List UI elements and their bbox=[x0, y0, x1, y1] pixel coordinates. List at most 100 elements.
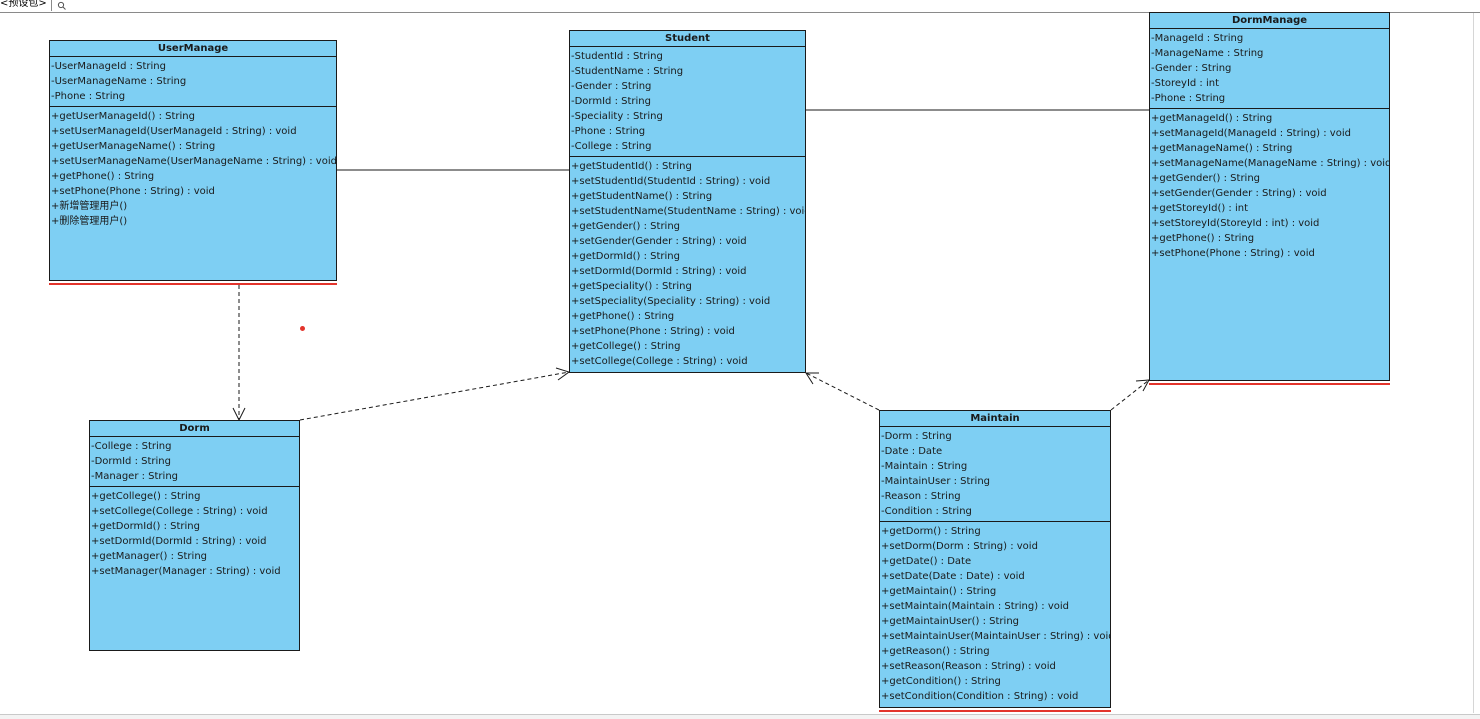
attribute[interactable]: -College : String bbox=[91, 439, 299, 454]
operation[interactable]: +getStoreyId() : int bbox=[1151, 201, 1389, 216]
operation[interactable]: +getUserManageId() : String bbox=[51, 109, 336, 124]
class-usermanage[interactable]: UserManage -UserManageId : String -UserM… bbox=[49, 40, 337, 281]
attribute[interactable]: -UserManageId : String bbox=[51, 59, 336, 74]
class-maintain[interactable]: Maintain -Dorm : String -Date : Date -Ma… bbox=[879, 410, 1111, 708]
operation[interactable]: +setDorm(Dorm : String) : void bbox=[881, 539, 1110, 554]
vertical-scrollbar[interactable] bbox=[1473, 13, 1474, 713]
operation[interactable]: +setUserManageId(UserManageId : String) … bbox=[51, 124, 336, 139]
attribute[interactable]: -College : String bbox=[571, 139, 805, 154]
class-student[interactable]: Student -StudentId : String -StudentName… bbox=[569, 30, 806, 373]
operation[interactable]: +新增管理用户() bbox=[51, 199, 336, 214]
attribute-compartment: -ManageId : String -ManageName : String … bbox=[1150, 29, 1389, 109]
red-marker-dot bbox=[300, 326, 305, 331]
operation[interactable]: +getDormId() : String bbox=[571, 249, 805, 264]
attribute[interactable]: -Gender : String bbox=[571, 79, 805, 94]
attribute[interactable]: -StoreyId : int bbox=[1151, 76, 1389, 91]
tab-preset-package[interactable]: <预设包> bbox=[0, 0, 52, 11]
operation[interactable]: +getPhone() : String bbox=[51, 169, 336, 184]
operation[interactable]: +setGender(Gender : String) : void bbox=[1151, 186, 1389, 201]
operation[interactable]: +setStoreyId(StoreyId : int) : void bbox=[1151, 216, 1389, 231]
operation[interactable]: +getMaintain() : String bbox=[881, 584, 1110, 599]
operation[interactable]: +getDormId() : String bbox=[91, 519, 299, 534]
operation[interactable]: +setCollege(College : String) : void bbox=[571, 354, 805, 369]
attribute[interactable]: -Gender : String bbox=[1151, 61, 1389, 76]
arrowhead-maintain-dormmanage bbox=[1135, 379, 1150, 392]
attribute[interactable]: -DormId : String bbox=[91, 454, 299, 469]
operation[interactable]: +setDormId(DormId : String) : void bbox=[571, 264, 805, 279]
attribute[interactable]: -Phone : String bbox=[571, 124, 805, 139]
operation[interactable]: +setPhone(Phone : String) : void bbox=[1151, 246, 1389, 261]
attribute[interactable]: -ManageName : String bbox=[1151, 46, 1389, 61]
operation[interactable]: +setDormId(DormId : String) : void bbox=[91, 534, 299, 549]
operation[interactable]: +setManager(Manager : String) : void bbox=[91, 564, 299, 579]
operation[interactable]: +setManageId(ManageId : String) : void bbox=[1151, 126, 1389, 141]
dependency-maintain-student[interactable] bbox=[805, 372, 880, 411]
attribute[interactable]: -Maintain : String bbox=[881, 459, 1110, 474]
search-icon[interactable] bbox=[57, 1, 67, 11]
attribute[interactable]: -Phone : String bbox=[1151, 91, 1389, 106]
class-name: DormManage bbox=[1150, 13, 1389, 29]
operation[interactable]: +getGender() : String bbox=[571, 219, 805, 234]
operation[interactable]: +setPhone(Phone : String) : void bbox=[51, 184, 336, 199]
operation[interactable]: +getManager() : String bbox=[91, 549, 299, 564]
attribute[interactable]: -Speciality : String bbox=[571, 109, 805, 124]
attribute-compartment: -Dorm : String -Date : Date -Maintain : … bbox=[880, 427, 1110, 522]
operation[interactable]: +getPhone() : String bbox=[571, 309, 805, 324]
arrowhead-maintain-student bbox=[805, 372, 819, 385]
attribute[interactable]: -Condition : String bbox=[881, 504, 1110, 519]
operation[interactable]: +getStudentId() : String bbox=[571, 159, 805, 174]
operation[interactable]: +setDate(Date : Date) : void bbox=[881, 569, 1110, 584]
attribute[interactable]: -Reason : String bbox=[881, 489, 1110, 504]
selection-underline bbox=[1149, 383, 1390, 385]
operation[interactable]: +setCondition(Condition : String) : void bbox=[881, 689, 1110, 704]
operation[interactable]: +getManageId() : String bbox=[1151, 111, 1389, 126]
horizontal-scrollbar[interactable] bbox=[0, 714, 1480, 719]
operation[interactable]: +setGender(Gender : String) : void bbox=[571, 234, 805, 249]
class-name: UserManage bbox=[50, 41, 336, 57]
arrowhead-usermanage-dorm bbox=[232, 407, 246, 422]
operation[interactable]: +getCondition() : String bbox=[881, 674, 1110, 689]
attribute[interactable]: -Date : Date bbox=[881, 444, 1110, 459]
operation[interactable]: +getUserManageName() : String bbox=[51, 139, 336, 154]
attribute[interactable]: -MaintainUser : String bbox=[881, 474, 1110, 489]
attribute[interactable]: -StudentName : String bbox=[571, 64, 805, 79]
selection-underline bbox=[879, 710, 1111, 712]
operation[interactable]: +setCollege(College : String) : void bbox=[91, 504, 299, 519]
operation[interactable]: +getGender() : String bbox=[1151, 171, 1389, 186]
class-name: Maintain bbox=[880, 411, 1110, 427]
attribute[interactable]: -StudentId : String bbox=[571, 49, 805, 64]
operation[interactable]: +setStudentId(StudentId : String) : void bbox=[571, 174, 805, 189]
operation[interactable]: +getStudentName() : String bbox=[571, 189, 805, 204]
operation[interactable]: +getDate() : Date bbox=[881, 554, 1110, 569]
operation[interactable]: +setStudentName(StudentName : String) : … bbox=[571, 204, 805, 219]
operation[interactable]: +删除管理用户() bbox=[51, 214, 336, 229]
operation[interactable]: +setMaintain(Maintain : String) : void bbox=[881, 599, 1110, 614]
operation[interactable]: +getPhone() : String bbox=[1151, 231, 1389, 246]
arrowhead-dorm-student bbox=[555, 367, 571, 381]
operation[interactable]: +setReason(Reason : String) : void bbox=[881, 659, 1110, 674]
operation[interactable]: +getCollege() : String bbox=[91, 489, 299, 504]
attribute[interactable]: -UserManageName : String bbox=[51, 74, 336, 89]
attribute[interactable]: -ManageId : String bbox=[1151, 31, 1389, 46]
operation[interactable]: +setUserManageName(UserManageName : Stri… bbox=[51, 154, 336, 169]
operation[interactable]: +setMaintainUser(MaintainUser : String) … bbox=[881, 629, 1110, 644]
attribute[interactable]: -Dorm : String bbox=[881, 429, 1110, 444]
operation-compartment: +getUserManageId() : String +setUserMana… bbox=[50, 107, 336, 229]
operation[interactable]: +getCollege() : String bbox=[571, 339, 805, 354]
operation[interactable]: +getDorm() : String bbox=[881, 524, 1110, 539]
operation[interactable]: +getManageName() : String bbox=[1151, 141, 1389, 156]
attribute[interactable]: -Manager : String bbox=[91, 469, 299, 484]
operation[interactable]: +setSpeciality(Speciality : String) : vo… bbox=[571, 294, 805, 309]
class-dormmanage[interactable]: DormManage -ManageId : String -ManageNam… bbox=[1149, 12, 1390, 381]
operation[interactable]: +getReason() : String bbox=[881, 644, 1110, 659]
class-dorm[interactable]: Dorm -College : String -DormId : String … bbox=[89, 420, 300, 651]
operation[interactable]: +setPhone(Phone : String) : void bbox=[571, 324, 805, 339]
operation[interactable]: +setManageName(ManageName : String) : vo… bbox=[1151, 156, 1389, 171]
attribute-compartment: -College : String -DormId : String -Mana… bbox=[90, 437, 299, 487]
attribute[interactable]: -DormId : String bbox=[571, 94, 805, 109]
attribute[interactable]: -Phone : String bbox=[51, 89, 336, 104]
operation[interactable]: +getSpeciality() : String bbox=[571, 279, 805, 294]
dependency-maintain-dormmanage[interactable] bbox=[1110, 379, 1150, 411]
operation[interactable]: +getMaintainUser() : String bbox=[881, 614, 1110, 629]
dependency-dorm-student[interactable] bbox=[299, 371, 570, 421]
